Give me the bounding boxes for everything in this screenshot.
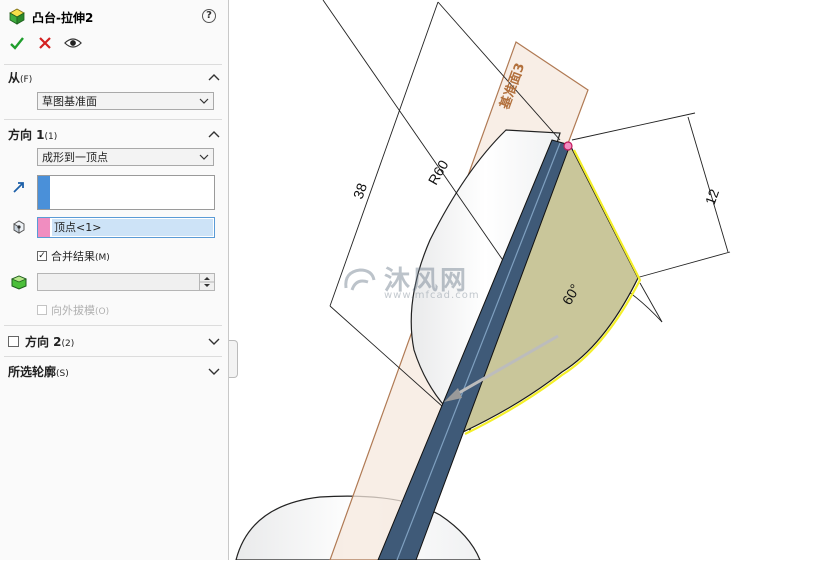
check-glyph: ✓ (38, 250, 46, 261)
feature-header: 凸台-拉伸2 (8, 6, 93, 28)
draft-angle-input[interactable] (37, 273, 215, 291)
graphics-area[interactable]: 38 R60 12 60° 基准面3 (230, 0, 820, 561)
checkmark-icon (10, 37, 24, 50)
draft-icon[interactable] (10, 273, 28, 291)
watermark: 沐风网 www.mfcad.com (342, 260, 479, 301)
from-condition-value: 草图基准面 (42, 95, 97, 108)
chevron-up-icon[interactable] (208, 129, 220, 139)
preview-button[interactable] (64, 34, 82, 52)
section-from-key: (F) (20, 74, 33, 85)
section-direction1-title: 方向 1 (8, 127, 45, 142)
checkbox-box[interactable]: ✓ (37, 251, 47, 261)
vertex-icon (10, 218, 28, 236)
chevron-down-icon[interactable] (208, 336, 220, 346)
property-manager: 凸台-拉伸2 ? 从(F) 草图基准面 方向 1(1) 成形到一顶点 顶点<1>… (0, 0, 229, 560)
selection-color-bar (38, 218, 50, 237)
chevron-up-icon[interactable] (208, 72, 220, 82)
close-icon (39, 37, 51, 49)
direction-reference-list[interactable] (37, 175, 215, 210)
end-condition-value: 成形到一顶点 (42, 151, 108, 164)
boss-extrude-icon (8, 7, 26, 28)
cancel-button[interactable] (36, 34, 54, 52)
section-contours-title: 所选轮廓 (8, 364, 57, 379)
watermark-logo-icon (344, 267, 376, 291)
section-direction2-header[interactable]: 方向 2(2) (8, 333, 220, 349)
merge-result-key: (M) (95, 253, 110, 263)
merge-result-label: 合并结果 (51, 250, 95, 263)
section-contours-header[interactable]: 所选轮廓(S) (8, 363, 220, 379)
vertex-selection-item[interactable]: 顶点<1> (52, 219, 213, 236)
checkbox-box[interactable] (37, 305, 47, 315)
chevron-down-icon[interactable] (208, 366, 220, 376)
chevron-down-icon (199, 98, 209, 104)
direction2-checkbox[interactable] (8, 335, 19, 347)
chevron-down-icon (199, 154, 209, 160)
divider (4, 119, 222, 120)
merge-result-checkbox[interactable]: ✓ 合并结果(M) (37, 248, 110, 264)
divider (4, 356, 222, 357)
dimension-r60[interactable]: R60 (425, 157, 452, 187)
dimension-12[interactable]: 12 (702, 187, 722, 207)
selected-vertex[interactable] (563, 141, 573, 151)
divider (4, 325, 222, 326)
vertex-selection-list[interactable]: 顶点<1> (37, 217, 215, 238)
selection-color-bar (38, 176, 50, 209)
draft-angle-stepper[interactable] (199, 274, 214, 290)
section-direction2-key: (2) (61, 338, 75, 349)
watermark-url: www.mfcad.com (384, 290, 480, 301)
end-condition-select[interactable]: 成形到一顶点 (37, 148, 214, 166)
eye-icon (64, 38, 82, 48)
direction-arrow-icon (10, 178, 28, 196)
model-view[interactable]: 38 R60 12 60° 基准面3 (230, 0, 820, 561)
section-contours-key: (S) (56, 368, 69, 379)
dimension-38[interactable]: 38 (350, 181, 370, 201)
help-icon[interactable]: ? (202, 9, 216, 23)
section-direction2-title: 方向 2 (25, 334, 62, 349)
section-from-header[interactable]: 从(F) (8, 69, 220, 85)
section-from-title: 从 (8, 70, 21, 85)
ok-button[interactable] (8, 34, 26, 52)
from-condition-select[interactable]: 草图基准面 (37, 92, 214, 110)
divider (4, 64, 222, 65)
draft-outward-checkbox[interactable]: 向外拔模(O) (37, 302, 109, 318)
section-direction1-header[interactable]: 方向 1(1) (8, 126, 220, 142)
section-direction1-key: (1) (44, 131, 58, 142)
vertex-selection-label: 顶点<1> (54, 221, 102, 234)
action-bar (8, 34, 82, 52)
draft-outward-key: (O) (95, 307, 110, 317)
draft-outward-label: 向外拔模 (51, 304, 95, 317)
feature-title: 凸台-拉伸2 (32, 10, 94, 25)
